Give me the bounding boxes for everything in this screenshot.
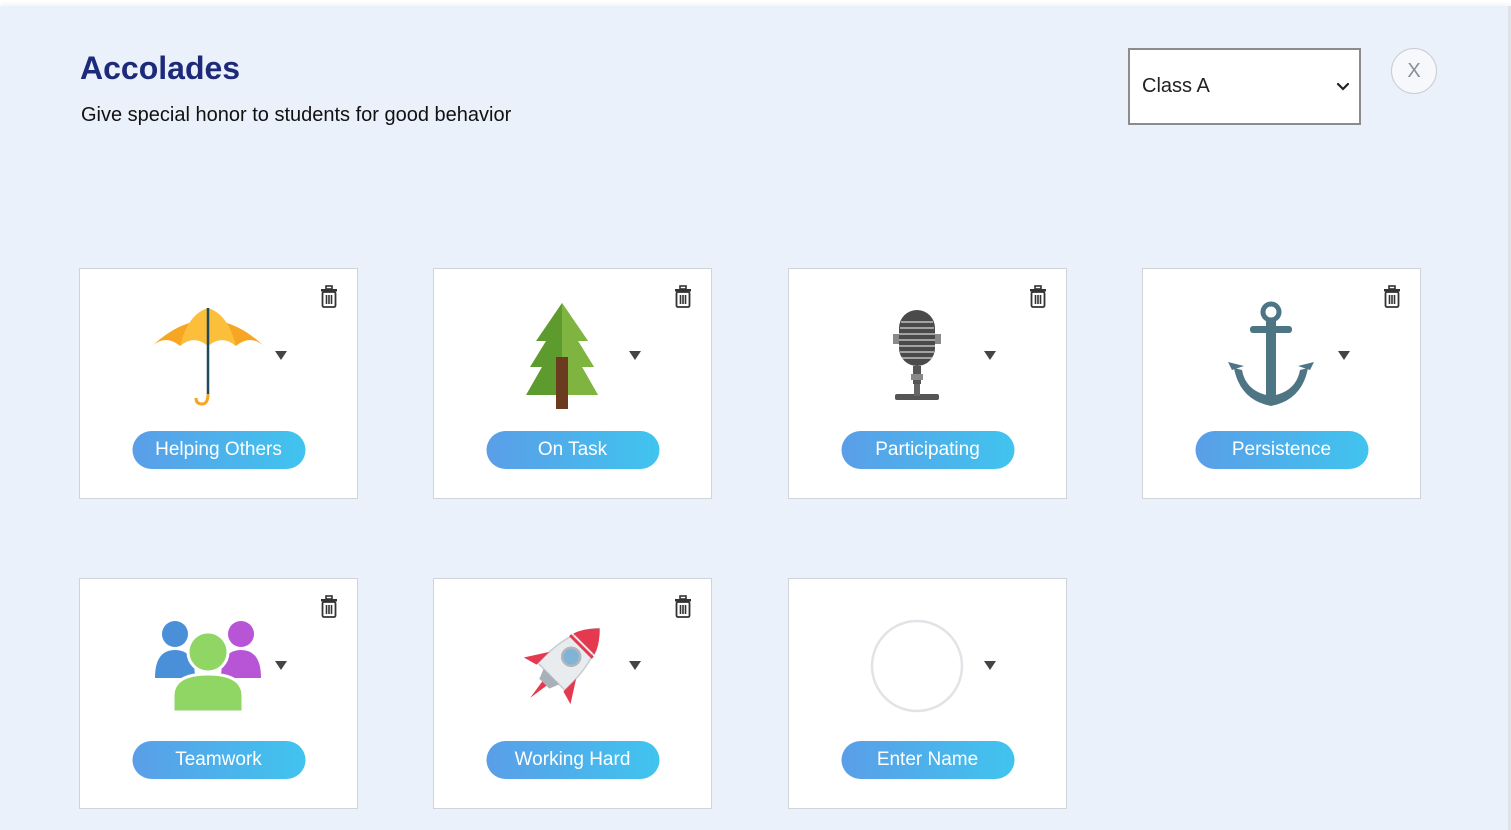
accolade-card-teamwork[interactable]: Teamwork bbox=[79, 578, 358, 809]
accolade-card-persistence[interactable]: Persistence bbox=[1142, 268, 1421, 499]
accolade-card-helping-others[interactable]: Helping Others bbox=[79, 268, 358, 499]
accolade-name-button[interactable]: Participating bbox=[841, 431, 1014, 469]
accolade-name-button[interactable]: On Task bbox=[486, 431, 659, 469]
accolades-panel: Accolades Give special honor to students… bbox=[0, 6, 1511, 830]
accolade-card-participating[interactable]: Participating bbox=[788, 268, 1067, 499]
microphone-icon bbox=[852, 299, 982, 413]
caret-down-icon[interactable] bbox=[1338, 351, 1350, 360]
accolade-name-button[interactable]: Working Hard bbox=[486, 741, 659, 779]
anchor-icon bbox=[1206, 299, 1336, 413]
caret-down-icon[interactable] bbox=[984, 351, 996, 360]
accolade-name-button[interactable]: Persistence bbox=[1195, 431, 1368, 469]
accolade-name-button[interactable]: Helping Others bbox=[132, 431, 305, 469]
tree-icon bbox=[497, 299, 627, 413]
umbrella-icon bbox=[143, 299, 273, 413]
teamwork-icon bbox=[143, 609, 273, 723]
chevron-down-icon bbox=[1336, 82, 1350, 91]
class-select[interactable]: Class A bbox=[1128, 48, 1361, 125]
caret-down-icon[interactable] bbox=[984, 661, 996, 670]
trash-icon[interactable] bbox=[673, 595, 693, 619]
caret-down-icon[interactable] bbox=[275, 351, 287, 360]
page-title: Accolades bbox=[80, 50, 241, 86]
empty-circle-icon[interactable] bbox=[852, 609, 982, 723]
trash-icon[interactable] bbox=[319, 285, 339, 309]
accolade-card-new[interactable]: Enter Name bbox=[788, 578, 1067, 809]
class-select-value: Class A bbox=[1142, 75, 1210, 97]
accolade-card-on-task[interactable]: On Task bbox=[433, 268, 712, 499]
accolade-card-working-hard[interactable]: Working Hard bbox=[433, 578, 712, 809]
accolade-name-button[interactable]: Enter Name bbox=[841, 741, 1014, 779]
page-subtitle: Give special honor to students for good … bbox=[81, 104, 512, 126]
caret-down-icon[interactable] bbox=[629, 351, 641, 360]
trash-icon[interactable] bbox=[673, 285, 693, 309]
trash-icon[interactable] bbox=[1382, 285, 1402, 309]
trash-icon[interactable] bbox=[1028, 285, 1048, 309]
close-button[interactable]: X bbox=[1391, 48, 1437, 94]
rocket-icon bbox=[497, 609, 627, 723]
accolade-name-button[interactable]: Teamwork bbox=[132, 741, 305, 779]
caret-down-icon[interactable] bbox=[275, 661, 287, 670]
caret-down-icon[interactable] bbox=[629, 661, 641, 670]
trash-icon[interactable] bbox=[319, 595, 339, 619]
